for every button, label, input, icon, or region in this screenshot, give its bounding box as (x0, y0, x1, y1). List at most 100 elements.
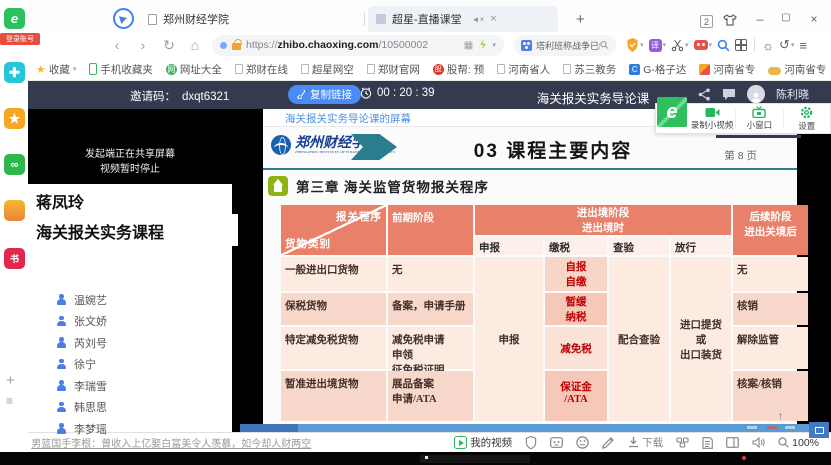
settings-button[interactable]: 设置 (784, 104, 830, 133)
globe-icon: 网 (166, 64, 177, 75)
share-icon[interactable] (698, 88, 711, 101)
tab-bar: 郑州财经学院 超星-直播课堂 ◄× × + 2 – ▢ × (28, 6, 831, 32)
games-gamepad-icon[interactable]: ▾ (694, 40, 713, 50)
find-magnifier-icon[interactable] (717, 39, 730, 52)
minimize-button[interactable]: – (751, 12, 769, 26)
screenshot-scissors-icon[interactable]: ▾ (671, 39, 689, 52)
member-row[interactable]: 温婉艺 (28, 289, 232, 311)
bookmark-item[interactable]: 苏三教务 (563, 62, 616, 77)
scrollbar-thumb[interactable] (240, 424, 298, 432)
search-magnifier-icon[interactable] (600, 40, 609, 50)
tab-mute-icon[interactable]: ◄× (472, 15, 485, 24)
record-video-button[interactable]: 录制小视频 (689, 104, 735, 133)
mini-window-button[interactable]: 小窗口 (736, 104, 782, 133)
proxy-icon[interactable] (676, 437, 689, 448)
back-icon[interactable]: ‹ (104, 37, 130, 53)
watermark-mark (747, 426, 757, 429)
menu-icon[interactable]: ≡ (799, 38, 807, 53)
dock-list-icon[interactable]: ≡ (6, 394, 13, 408)
chat-icon[interactable] (722, 88, 736, 101)
history-undo-icon[interactable]: ↺ ▾ (779, 37, 794, 53)
page-icon (367, 64, 375, 74)
tab-school[interactable]: 郑州财经学院 (140, 6, 362, 32)
fullscreen-button[interactable] (809, 422, 829, 438)
member-row[interactable]: 李瑞雪 (28, 375, 232, 397)
screen-bottom-bar[interactable] (240, 424, 817, 432)
login-account-badge[interactable]: 登录账号 (0, 33, 40, 45)
close-button[interactable]: × (805, 12, 823, 26)
member-row[interactable]: 徐宁 (28, 354, 232, 376)
member-row[interactable]: 韩思思 (28, 397, 232, 419)
reader-page-icon[interactable] (702, 437, 713, 449)
bookmark-item[interactable]: 郑财官网 (367, 62, 420, 77)
member-row[interactable]: 张文娇 (28, 311, 232, 333)
xiaohongshu-app-icon[interactable]: 书 (4, 248, 25, 269)
signature-pen-icon[interactable] (602, 437, 615, 449)
maximize-button[interactable]: ▢ (777, 12, 795, 23)
bookmark-favorites[interactable]: ★收藏▾ (36, 62, 76, 77)
reload-icon[interactable]: ↻ (156, 37, 182, 54)
star-icon: ★ (36, 63, 46, 76)
url-field[interactable]: https://zhibo.chaoxing.com/10500002 ▦ ϟ … (212, 35, 504, 56)
apps-grid-icon[interactable] (735, 39, 747, 51)
avatar[interactable] (747, 85, 765, 103)
chaoxing-e-logo: e (657, 97, 687, 127)
bookmark-phone[interactable]: 手机收藏夹 (89, 62, 153, 77)
member-row[interactable]: 李梦瑶 (28, 418, 232, 440)
emoji-icon[interactable] (576, 436, 589, 449)
security-shield-icon[interactable]: ▾ (626, 38, 644, 52)
reader-mode-icon[interactable]: ▦ (464, 40, 473, 51)
split-window-icon[interactable] (726, 437, 739, 448)
url-scheme: https:// (246, 39, 278, 51)
download-button[interactable]: 下载 (628, 435, 663, 450)
bookmark-item[interactable]: 郑财在线 (235, 62, 288, 77)
bookmark-henan2[interactable]: 河南省专 (768, 62, 826, 77)
protect-shield-icon[interactable] (525, 436, 537, 449)
quick-access-icon[interactable] (113, 8, 134, 29)
browser-e-icon[interactable]: e (4, 8, 25, 29)
bookmark-item[interactable]: 超星网空 (301, 62, 354, 77)
zoom-level[interactable]: 100% (778, 437, 819, 449)
bookmark-sites[interactable]: 网网址大全 (166, 62, 222, 77)
search-field[interactable]: 塔利班称战争已结束 (514, 35, 616, 56)
copy-link-button[interactable]: 复制链接 (288, 85, 361, 104)
flash-icon[interactable]: ϟ (480, 40, 485, 51)
translate-icon[interactable]: 译 ▾ (649, 39, 667, 52)
brightness-icon[interactable]: ☼ (762, 38, 774, 53)
skin-shirt-icon[interactable] (723, 14, 741, 26)
cell-post-stage: 核销 (733, 293, 808, 325)
url-dropdown-icon[interactable]: ▾ (492, 41, 496, 49)
chapter-title: 第三章 海关监管货物报关程序 (296, 176, 489, 196)
row-category: 保税货物 (281, 293, 386, 325)
favorites-star-icon[interactable]: ★ (4, 108, 25, 129)
window-count-badge[interactable]: 2 (700, 15, 713, 28)
invite-code: 邀请码：dxqt6321 (130, 88, 229, 104)
person-icon (56, 294, 67, 305)
clock-icon (360, 87, 372, 99)
bookmark-item[interactable]: 河南省人 (497, 62, 550, 77)
bookmark-stocks[interactable]: 股股帮: 预 (433, 62, 484, 77)
search-text: 塔利班称战争已结束 (536, 39, 600, 52)
opera-face-app-icon[interactable] (4, 200, 25, 221)
new-tab-button[interactable]: + (568, 6, 592, 32)
scroll-up-icon[interactable]: ↑ (778, 411, 783, 422)
game-center-icon[interactable]: ✚ (4, 62, 25, 83)
desktop-taskbar[interactable] (0, 452, 831, 465)
mini-game-icon[interactable] (550, 437, 563, 448)
fullscreen-icon (815, 427, 824, 434)
bookmark-henan[interactable]: 河南省专 (699, 62, 755, 77)
cell-pre-stage: 减免税申请 申领 征免税证明 (388, 327, 473, 369)
home-icon[interactable]: ⌂ (182, 37, 208, 53)
my-video-button[interactable]: 我的视频 (454, 435, 512, 450)
play-icon (454, 436, 467, 449)
cell-pre-stage: 展品备案 申请/ATA (388, 371, 473, 421)
tab-close-icon[interactable]: × (490, 13, 496, 25)
bookmark-gezida[interactable]: CG-格子达 (629, 62, 686, 77)
dock-add-icon[interactable]: + (6, 372, 15, 389)
c-logo-icon: C (629, 64, 640, 75)
loop-app-icon[interactable]: ∞ (4, 154, 25, 175)
tab-live-class[interactable]: 超星-直播课堂 ◄× × (368, 6, 558, 32)
member-row[interactable]: 芮刘号 (28, 332, 232, 354)
forward-icon[interactable]: › (130, 37, 156, 53)
speaker-icon[interactable] (752, 437, 765, 448)
